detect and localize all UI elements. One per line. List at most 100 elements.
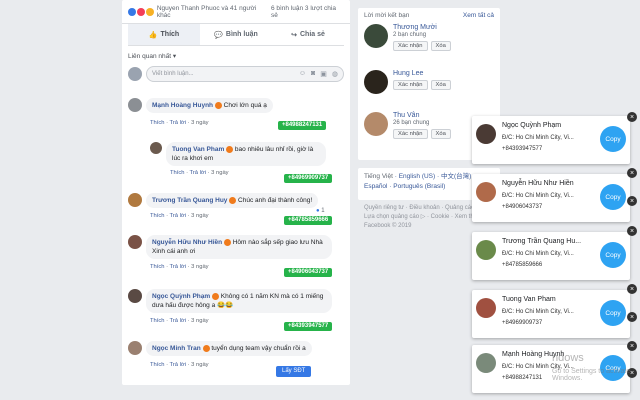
sort-dropdown[interactable]: Liên quan nhất ▾ [122,46,350,62]
contact-address: Đ/C: Ho Chi Minh City, Vi... [502,251,574,257]
share-button[interactable]: ↪ Chia sẻ [272,24,344,45]
friend-name[interactable]: Thu Vân [393,112,451,119]
delete-button[interactable]: Xóa [430,41,451,51]
gif-icon[interactable]: ▣ [320,70,327,78]
close-icon[interactable]: × [627,284,637,294]
love-reaction-icon [136,7,145,16]
commenter-name[interactable]: Trương Trần Quang Huy [152,197,227,204]
avatar[interactable] [364,112,388,136]
phone-badge[interactable]: +84785859666 [284,216,333,225]
contact-card: Nguyễn Hữu Như Hiền Đ/C: Ho Chi Minh Cit… [472,174,630,222]
verified-badge-icon [214,101,222,109]
copyright: Facebook © 2019 [364,223,412,229]
comment-item: Mạnh Hoàng Huynh Chơi lớn quá ạ [128,98,273,113]
comment-icon: 💬 [214,31,223,39]
close-icon[interactable]: × [627,196,637,206]
sticker-icon[interactable]: ◍ [332,70,338,78]
see-all-link[interactable]: Xem tất cả [463,12,494,19]
contact-card: Tuong Van Pham Đ/C: Ho Chi Minh City, Vi… [472,290,630,338]
phone-badge[interactable]: +84988247131 [278,121,327,130]
copy-button[interactable]: Copy [600,300,626,326]
close-icon[interactable]: × [627,112,637,122]
commenter-name[interactable]: Ngọc Minh Tran [152,345,201,352]
close-icon[interactable]: × [627,168,637,178]
comment-item: Tuong Van Pham bao nhiêu lâu nhỉ rồi, gi… [150,142,330,166]
confirm-button[interactable]: Xác nhận [393,41,428,51]
contact-phone: +84988247131 [502,375,543,381]
comment-meta: Thích · Trả lời · 3 ngày [170,170,229,176]
commenter-name[interactable]: Mạnh Hoàng Huynh [152,102,213,109]
avatar[interactable] [128,193,142,207]
comment-composer: Viết bình luận... ☺ ◙ ▣ ◍ [122,62,350,86]
copy-button[interactable]: Copy [600,184,626,210]
verified-badge-icon [226,145,234,153]
contact-card: Ngọc Quỳnh Phạm Đ/C: Ho Chi Minh City, V… [472,116,630,164]
close-icon[interactable]: × [627,312,637,322]
phone-badge[interactable]: +84969909737 [284,174,333,183]
delete-button[interactable]: Xóa [430,80,451,90]
commenter-name[interactable]: Ngọc Quỳnh Phạm [152,293,210,300]
close-icon[interactable]: × [627,341,637,351]
language-link[interactable]: English (US) [399,173,435,180]
language-link[interactable]: Português (Brasil) [393,183,445,190]
comment-meta: Thích · Trả lời · 3 ngày [150,264,209,270]
avatar[interactable] [364,24,388,48]
reactors-text[interactable]: Nguyen Thanh Phuoc và 41 người khác [157,5,271,19]
comment-meta: Thích · Trả lời · 3 ngày [150,362,209,368]
avatar[interactable] [128,341,142,355]
copy-button[interactable]: Copy [600,126,626,152]
contact-card: Trương Trần Quang Hu... Đ/C: Ho Chi Minh… [472,232,630,280]
avatar [476,124,496,144]
like-reaction-icon [128,7,136,16]
comment-button[interactable]: 💬 Bình luận [200,24,272,45]
commenter-name[interactable]: Nguyễn Hữu Như Hiền [152,239,222,246]
phone-badge[interactable]: +84906043737 [284,268,333,277]
language-current: Tiếng Việt [364,173,393,180]
avatar[interactable] [128,289,142,303]
confirm-button[interactable]: Xác nhận [393,129,428,139]
emoji-icon[interactable]: ☺ [299,70,306,78]
avatar[interactable] [128,98,142,112]
post-stats[interactable]: 6 bình luận 3 lượt chia sẻ [271,5,344,19]
comment-like-link[interactable]: Thích [150,120,165,126]
camera-icon[interactable]: ◙ [311,70,315,78]
reaction-summary[interactable]: Nguyen Thanh Phuoc và 41 người khác 6 bì… [122,0,350,24]
contact-name: Trương Trần Quang Hu... [502,238,582,245]
copy-button[interactable]: Copy [600,242,626,268]
avatar[interactable] [128,235,142,249]
thumbs-up-icon: 👍 [148,31,158,39]
get-phone-button[interactable]: Lấy SĐT [276,366,312,377]
commenter-name[interactable]: Tuong Van Pham [172,146,224,153]
like-button[interactable]: 👍 Thích [128,24,200,45]
comment-meta: Thích · Trả lời · 3 ngày [150,213,209,219]
avatar [476,240,496,260]
comment-input[interactable]: Viết bình luận... ☺ ◙ ▣ ◍ [146,66,344,82]
comment-bubble: Trương Trần Quang Huy Chúc anh đại thành… [146,193,319,208]
phone-badge[interactable]: +84393947577 [284,322,333,331]
comment-item: Ngọc Quỳnh Phạm Không có 1 năm KN mà có … [128,289,332,313]
reaction-count[interactable]: ● 1 [316,208,325,214]
contact-address: Đ/C: Ho Chi Minh City, Vi... [502,135,574,141]
friend-name[interactable]: Thương Mười [393,24,451,31]
comment-text: Chúc anh đại thành công! [238,197,313,204]
avatar [476,298,496,318]
comment-item: Trương Trần Quang Huy Chúc anh đại thành… [128,193,319,208]
avatar[interactable] [364,70,388,94]
contact-phone: +84393947577 [502,146,543,152]
language-link[interactable]: 中文(台灣) [441,173,471,180]
contact-phone: +84969909737 [502,320,543,326]
delete-button[interactable]: Xóa [430,129,451,139]
comment-reply-link[interactable]: Trả lời [170,120,186,126]
contact-address: Đ/C: Ho Chi Minh City, Vi... [502,309,574,315]
close-icon[interactable]: × [627,226,637,236]
verified-badge-icon [202,344,210,352]
contact-phone: +84906043737 [502,204,543,210]
friend-requests-title: Lời mời kết bạn [364,12,410,19]
avatar[interactable] [150,142,162,154]
comment-bubble: Ngọc Quỳnh Phạm Không có 1 năm KN mà có … [146,289,332,313]
friend-name[interactable]: Hung Lee [393,70,451,77]
language-link[interactable]: Español [364,183,388,190]
verified-badge-icon [223,238,231,246]
friend-request-item: Thu Vân 26 bạn chung Xác nhận Xóa [364,112,451,139]
confirm-button[interactable]: Xác nhận [393,80,428,90]
